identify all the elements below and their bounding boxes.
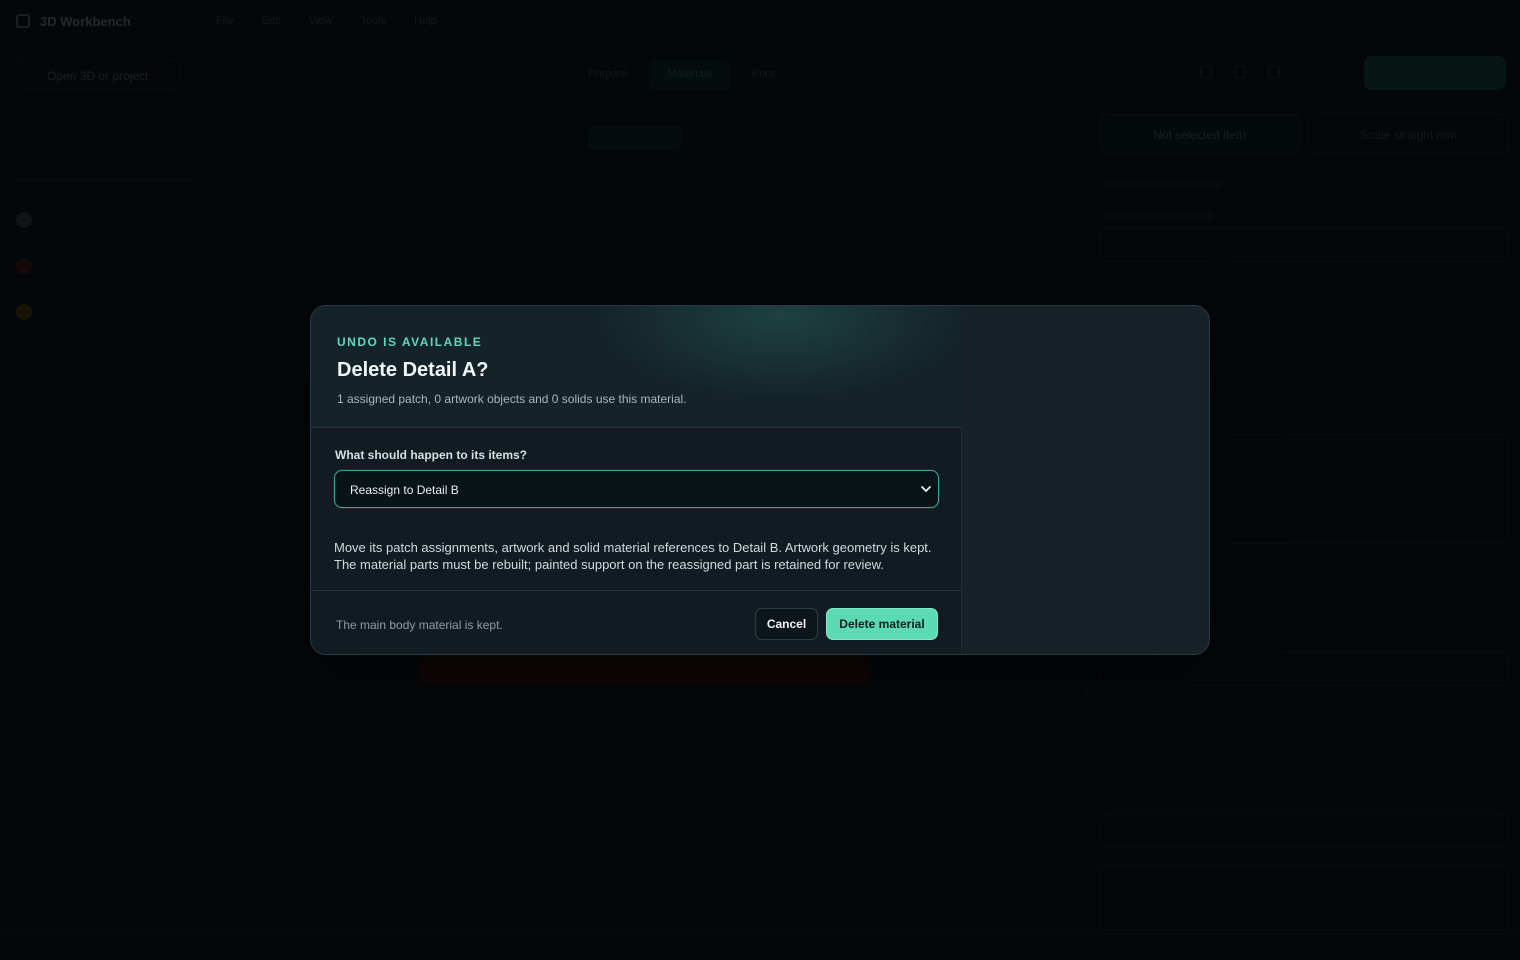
dialog-subtitle: 1 assigned patch, 0 artwork objects and … — [337, 392, 687, 406]
delete-material-dialog: UNDO IS AVAILABLE Delete Detail A? 1 ass… — [310, 305, 1210, 655]
cancel-button[interactable]: Cancel — [755, 608, 818, 640]
undo-available-label: UNDO IS AVAILABLE — [337, 335, 483, 349]
items-action-label: What should happen to its items? — [335, 448, 527, 462]
dialog-content: UNDO IS AVAILABLE Delete Detail A? 1 ass… — [311, 306, 962, 654]
footer-note: The main body material is kept. — [336, 618, 503, 632]
dialog-side-panel — [962, 306, 1209, 654]
dialog-title: Delete Detail A? — [337, 359, 489, 381]
reassign-explanation: Move its patch assignments, artwork and … — [334, 540, 932, 572]
select-value: Reassign to Detail B — [350, 483, 459, 497]
items-action-select[interactable]: Reassign to Detail B — [334, 470, 939, 508]
dialog-footer: The main body material is kept. Cancel D… — [311, 590, 962, 654]
dialog-header: UNDO IS AVAILABLE Delete Detail A? 1 ass… — [311, 306, 962, 428]
delete-material-button[interactable]: Delete material — [826, 608, 938, 640]
chevron-down-icon — [921, 486, 931, 492]
